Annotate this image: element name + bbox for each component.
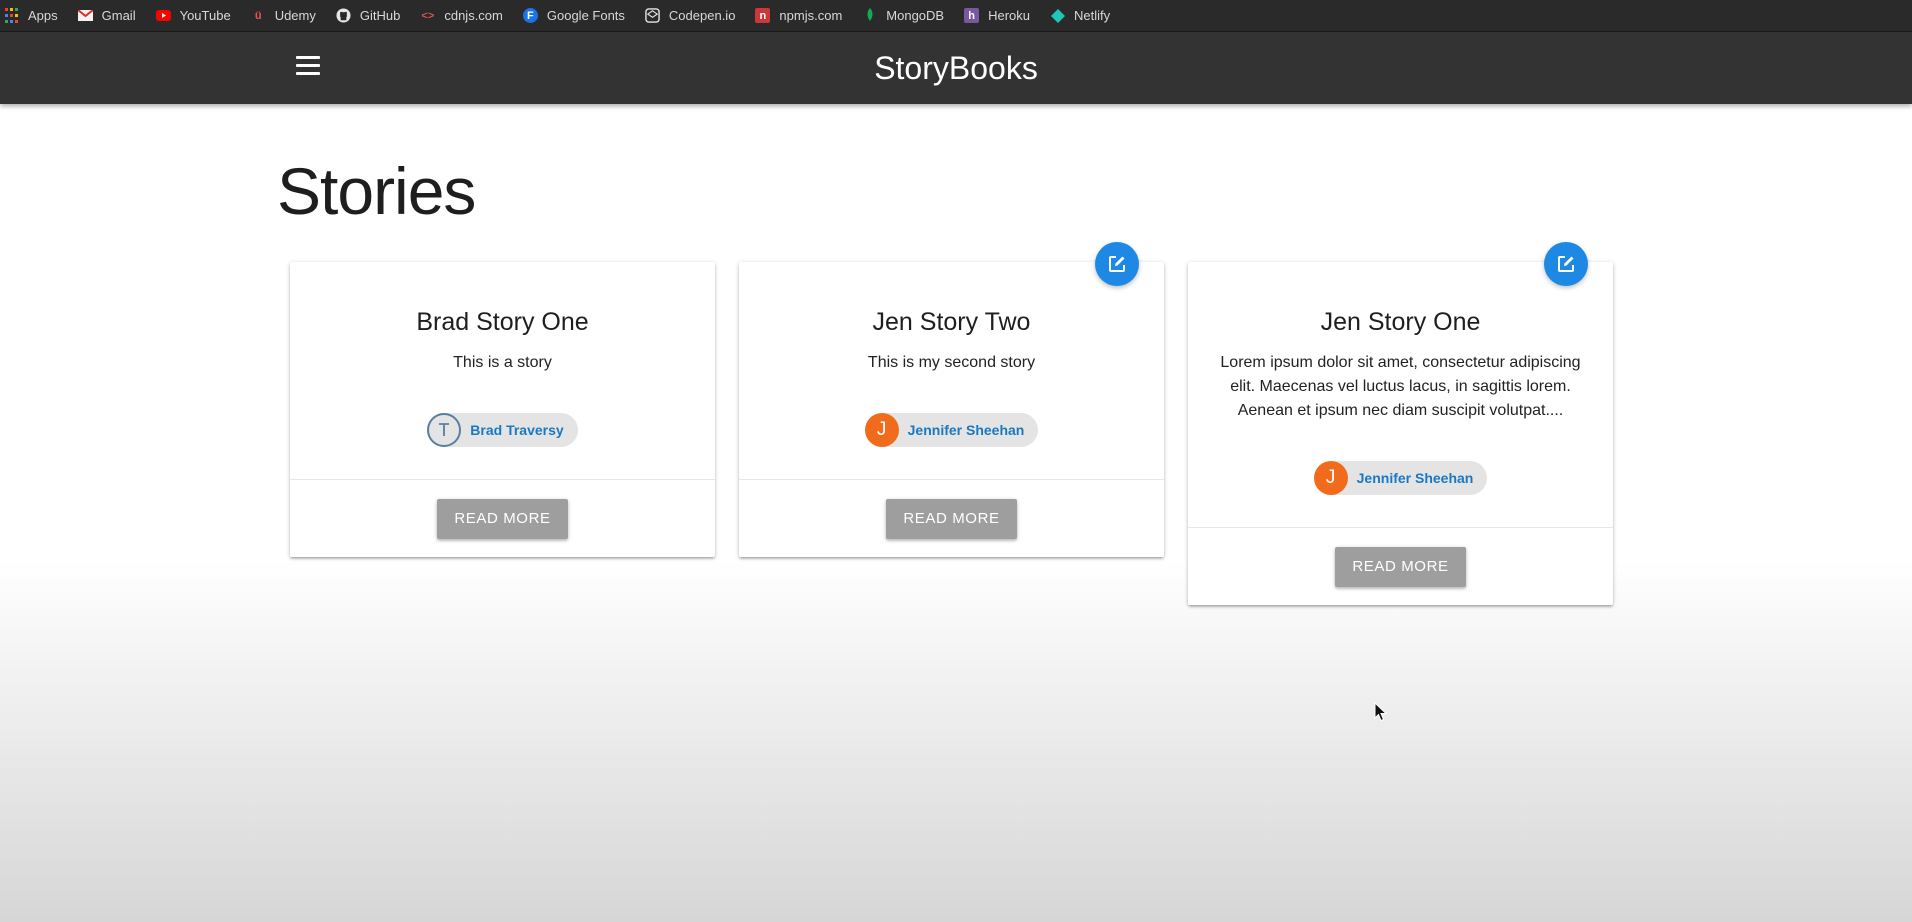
edit-story-button[interactable] [1544,242,1588,286]
read-more-button[interactable]: READ MORE [886,499,1017,539]
bookmark-mongodb[interactable]: MongoDB [862,8,944,23]
edit-pencil-icon [1109,256,1125,272]
story-card: Jen Story Two This is my second story J … [739,242,1164,557]
codepen-icon [645,8,660,23]
bookmark-label: YouTube [179,8,231,23]
story-card: Jen Story One Lorem ipsum dolor sit amet… [1188,242,1613,605]
bookmark-codepen[interactable]: Codepen.io [645,8,736,23]
bookmark-udemy[interactable]: ü Udemy [251,8,316,23]
bookmark-heroku[interactable]: h Heroku [964,8,1030,23]
author-avatar: J [1313,461,1348,495]
story-card: Brad Story One This is a story Brad Trav… [290,262,715,557]
edit-story-button[interactable] [1095,242,1139,286]
brand-logo[interactable]: StoryBooks [0,50,1912,87]
author-chip[interactable]: J Jennifer Sheehan [864,413,1039,447]
author-name[interactable]: Jennifer Sheehan [1357,470,1474,486]
bookmark-netlify[interactable]: Netlify [1050,8,1110,23]
page-title: Stories [277,154,476,228]
mouse-cursor-icon [1374,702,1388,722]
gmail-icon [77,8,93,23]
bookmark-apps[interactable]: Apps [4,8,58,23]
story-excerpt: Lorem ipsum dolor sit amet, consectetur … [1220,354,1581,419]
github-icon [336,8,351,23]
apps-grid-icon [4,8,19,23]
heroku-icon: h [964,8,980,23]
author-name[interactable]: Jennifer Sheehan [908,422,1025,438]
bookmark-label: Gmail [101,8,136,23]
bookmark-label: GitHub [359,8,401,23]
bookmarks-bar: Apps Gmail YouTube ü Udemy GitHub <> cdn… [0,0,1912,32]
udemy-icon: ü [254,9,262,22]
author-avatar [427,413,462,447]
google-fonts-icon: F [522,8,538,23]
code-brackets-icon: <> [421,9,435,22]
bookmark-cdnjs[interactable]: <> cdnjs.com [420,8,503,23]
read-more-button[interactable]: READ MORE [1335,547,1466,587]
top-navbar: StoryBooks [0,32,1912,104]
story-excerpt: This is my second story [867,354,1036,371]
author-chip[interactable]: J Jennifer Sheehan [1313,461,1488,495]
bookmark-github[interactable]: GitHub [336,8,400,23]
edit-pencil-icon [1558,256,1574,272]
bookmark-label: cdnjs.com [444,8,503,23]
bookmark-label: Apps [28,8,58,23]
card-content: Brad Story One This is a story Brad Trav… [290,262,715,479]
read-more-button[interactable]: READ MORE [437,499,568,539]
card-action: READ MORE [1188,527,1613,605]
card-content: Jen Story One Lorem ipsum dolor sit amet… [1188,262,1613,527]
bookmark-google-fonts[interactable]: F Google Fonts [522,8,625,23]
bookmark-npm[interactable]: n npmjs.com [755,8,842,23]
youtube-icon [155,8,171,23]
story-title: Brad Story One [416,308,589,336]
npm-icon: n [755,8,771,23]
avatar-image-icon [439,423,450,436]
author-chip[interactable]: Brad Traversy [427,413,578,447]
card-content: Jen Story Two This is my second story J … [739,262,1164,479]
story-title: Jen Story Two [872,308,1031,336]
story-title: Jen Story One [1320,308,1481,336]
author-avatar: J [864,413,899,447]
card-action: READ MORE [739,479,1164,557]
mongodb-leaf-icon [862,8,877,23]
bookmark-youtube[interactable]: YouTube [155,8,231,23]
bookmark-label: Heroku [988,8,1031,23]
author-name[interactable]: Brad Traversy [470,422,563,438]
bookmark-label: MongoDB [886,8,945,23]
bookmark-label: npmjs.com [779,8,843,23]
bookmark-label: Codepen.io [668,8,736,23]
bookmark-label: Udemy [274,8,316,23]
story-excerpt: This is a story [453,354,552,371]
netlify-icon [1050,8,1065,23]
bookmark-gmail[interactable]: Gmail [77,8,136,23]
card-action: READ MORE [290,479,715,557]
bookmark-label: Google Fonts [546,8,625,23]
bookmark-label: Netlify [1074,8,1111,23]
